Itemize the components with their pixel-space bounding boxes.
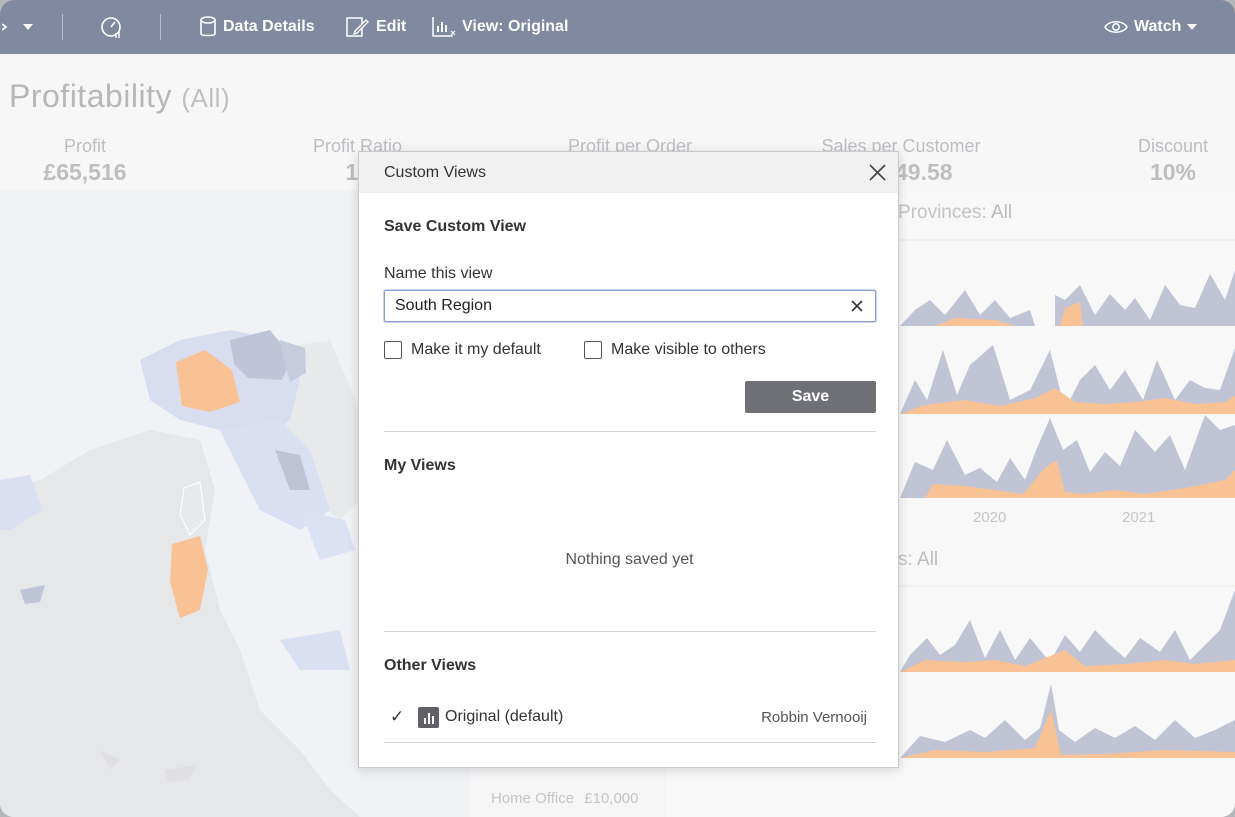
watch-button[interactable]: Watch <box>1104 0 1198 54</box>
chevron-down-icon <box>1187 23 1198 31</box>
default-checkbox[interactable] <box>384 341 402 359</box>
default-checkbox-label: Make it my default <box>411 341 541 358</box>
save-button[interactable]: Save <box>745 381 876 413</box>
view-name: Original (default) <box>445 708 564 725</box>
dialog-title: Custom Views <box>384 163 486 181</box>
save-section-title: Save Custom View <box>384 218 526 235</box>
my-views-title: My Views <box>384 457 456 474</box>
database-icon <box>199 16 217 38</box>
other-views-title: Other Views <box>384 657 477 674</box>
close-icon[interactable] <box>868 163 887 182</box>
view-thumbnail-icon <box>418 706 439 728</box>
toolbar: Data Details Edit View: Original Watch <box>0 0 1235 54</box>
metrics-gauge-icon[interactable] <box>100 0 124 54</box>
edit-icon <box>346 16 370 38</box>
visible-checkbox[interactable] <box>584 341 602 359</box>
edit-button[interactable]: Edit <box>346 0 406 54</box>
default-checkbox-row[interactable]: Make it my default <box>384 341 541 359</box>
view-label: View: Original <box>462 18 569 35</box>
my-views-empty-message: Nothing saved yet <box>565 551 694 568</box>
view-owner: Robbin Vernooij <box>761 708 867 726</box>
eye-icon <box>1104 19 1128 35</box>
view-name-input[interactable] <box>384 290 876 322</box>
divider <box>384 742 876 743</box>
custom-views-dialog: Custom Views Save Custom View Name this … <box>358 151 899 768</box>
divider <box>384 431 876 432</box>
clear-input-icon[interactable] <box>849 298 865 314</box>
dialog-header: Custom Views <box>359 152 898 193</box>
name-field-label: Name this view <box>384 265 493 282</box>
app-window: Data Details Edit View: Original Watch P… <box>0 0 1235 817</box>
view-chart-icon <box>432 16 456 38</box>
data-details-button[interactable]: Data Details <box>199 0 315 54</box>
watch-label: Watch <box>1134 18 1182 35</box>
divider <box>384 631 876 632</box>
toolbar-divider <box>62 14 63 40</box>
view-original-button[interactable]: View: Original <box>432 0 568 54</box>
toolbar-left-partial-icon[interactable] <box>2 0 12 54</box>
list-item-original-view[interactable]: ✓ Original (default) Robbin Vernooij <box>384 702 876 732</box>
visible-checkbox-label: Make visible to others <box>611 341 766 358</box>
data-details-label: Data Details <box>223 18 315 35</box>
edit-label: Edit <box>376 18 407 35</box>
visible-checkbox-row[interactable]: Make visible to others <box>584 341 766 359</box>
chevron-down-icon[interactable] <box>22 0 34 54</box>
checkmark-icon: ✓ <box>390 707 405 726</box>
toolbar-divider <box>160 14 161 40</box>
